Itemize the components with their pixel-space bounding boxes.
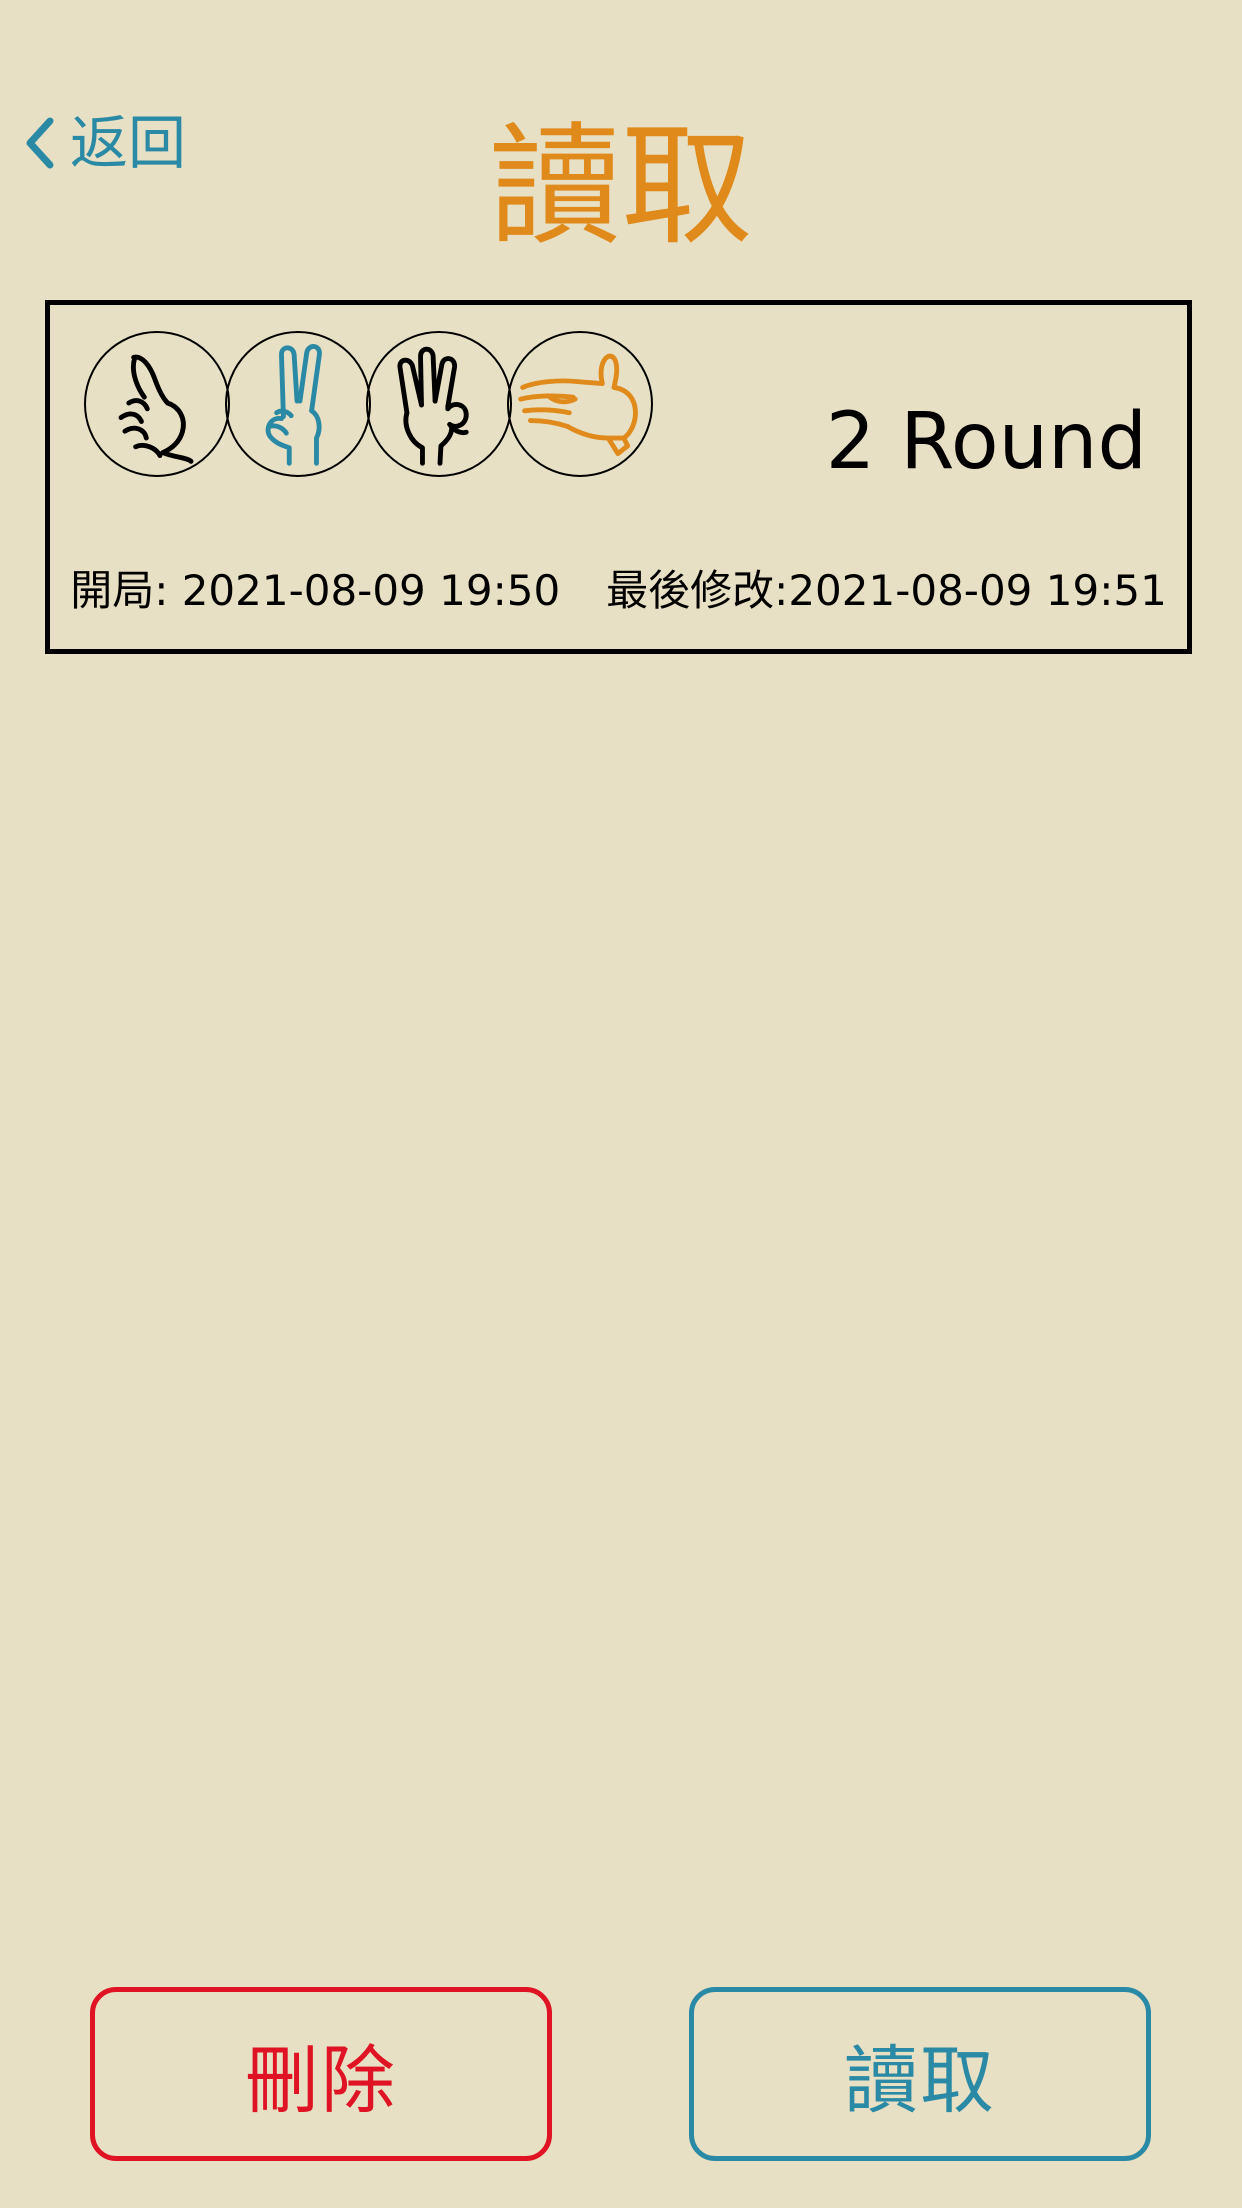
round-count-label: 2 Round	[825, 397, 1147, 487]
save-slot-dates: 開局: 2021-08-09 19:50 最後修改:2021-08-09 19:…	[50, 565, 1187, 617]
open-palm-hand-icon	[507, 331, 653, 477]
peace-hand-icon	[225, 331, 371, 477]
load-button[interactable]: 讀取	[689, 1987, 1151, 2161]
last-modified-label: 最後修改:2021-08-09 19:51	[606, 566, 1167, 615]
start-time-label: 開局: 2021-08-09 19:50	[70, 566, 561, 615]
save-slot-card[interactable]: 2 Round 開局: 2021-08-09 19:50 最後修改:2021-0…	[45, 300, 1192, 654]
page-title: 讀取	[489, 110, 753, 264]
gesture-icon-row	[84, 331, 653, 477]
ok-hand-icon	[366, 331, 512, 477]
delete-button[interactable]: 刪除	[90, 1987, 552, 2161]
pointing-hand-icon	[84, 331, 230, 477]
